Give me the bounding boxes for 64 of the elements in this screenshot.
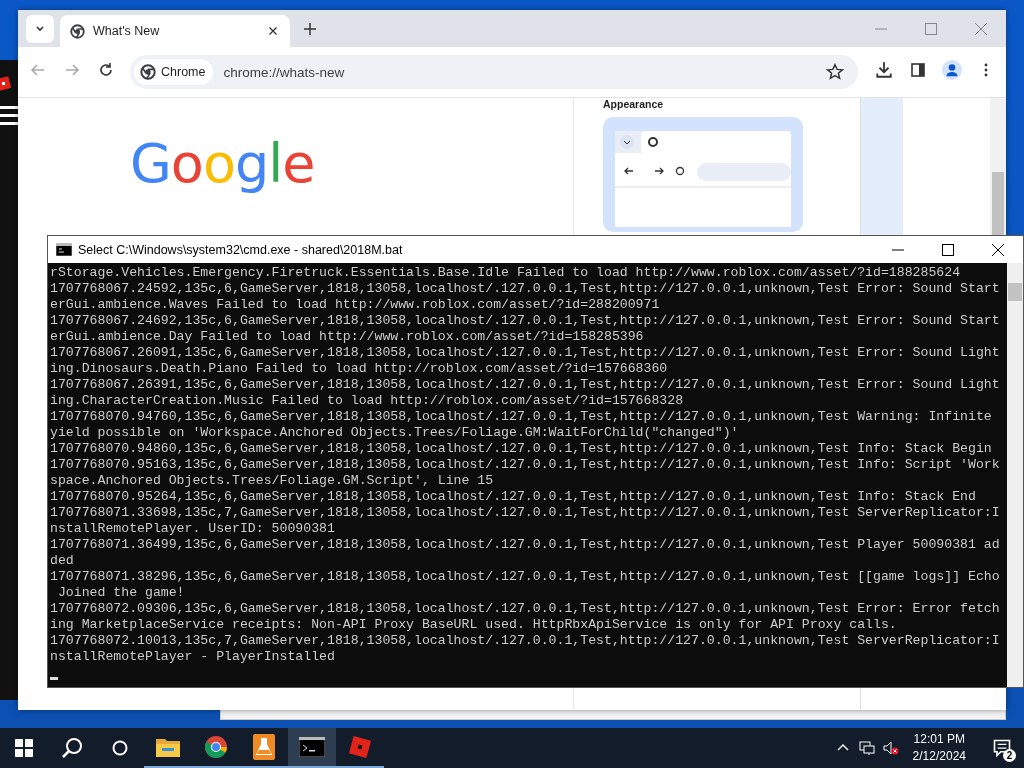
console-line: ded xyxy=(50,553,74,569)
console-line: 1707768072.10013,135c,7,GameServer,1818,13058,localhost/.127.0.0.1,Test,http://127.0.0.1,unknown,Test ServerReplicator:I xyxy=(50,633,1000,649)
console-line: yield possible on 'Workspace.Anchored Objects.Trees/Foliage.GM:WaitForChild("changed")' xyxy=(50,425,739,441)
scrollbar[interactable] xyxy=(990,98,1006,236)
network-icon[interactable] xyxy=(858,740,875,756)
close-icon[interactable] xyxy=(990,241,1006,258)
console-line: 1707768072.09306,135c,6,GameServer,1818,13058,localhost/.127.0.0.1,Test,http://127.0.0.1,unknown,Test Error: Error fetch xyxy=(50,601,1000,617)
taskbar-app-button[interactable] xyxy=(288,728,336,768)
address-bar[interactable]: Chrome chrome://whats-new xyxy=(130,55,858,89)
console-line: 1707768067.26091,135c,6,GameServer,1818,13058,localhost/.127.0.0.1,Test,http://127.0.0.1,unknown,Test Error: Sound Light xyxy=(50,345,1000,361)
search-icon xyxy=(61,737,83,759)
notifications-icon[interactable] xyxy=(992,738,1012,758)
console-line: Joined the game! xyxy=(56,585,185,601)
clock-time: 12:01 PM xyxy=(913,731,965,748)
profile-avatar-icon[interactable] xyxy=(942,60,962,80)
console-line: nstallRemotePlayer. UserID: 50090381 xyxy=(50,521,335,537)
new-tab-icon[interactable] xyxy=(302,21,318,37)
terminal-icon xyxy=(299,737,325,757)
site-chip[interactable]: Chrome xyxy=(134,59,214,85)
star-icon[interactable] xyxy=(826,63,844,81)
console-line: 1707768071.33698,135c,7,GameServer,1818,13058,localhost/.127.0.0.1,Test,http://127.0.0.1,unknown,Test ServerReplicator:I xyxy=(50,505,1000,521)
side-panel-icon[interactable] xyxy=(910,62,926,78)
flask-icon xyxy=(253,734,275,760)
google-logo: Google xyxy=(130,132,315,195)
appearance-heading: Appearance xyxy=(603,98,665,110)
console-line: 1707768070.94860,135c,6,GameServer,1818,13058,localhost/.127.0.0.1,Test,http://127.0.0.1,unknown,Test Info: Stack Begin xyxy=(50,441,992,457)
console-line: ing.Dinosaurs.Death.Piano Failed to load http://roblox.com/asset/?id=157668360 xyxy=(50,361,668,377)
muted-volume-icon[interactable] xyxy=(882,740,899,756)
reload-icon[interactable] xyxy=(98,62,114,78)
clock-date: 2/12/2024 xyxy=(912,748,966,765)
browser-tab[interactable]: What's New xyxy=(60,15,290,47)
chrome-icon xyxy=(204,735,228,759)
terminal-icon xyxy=(56,243,72,256)
console-line: 1707768071.38296,135c,6,GameServer,1818,13058,localhost/.127.0.0.1,Test,http://127.0.0.1,unknown,Test [[game logs]] Echo xyxy=(50,569,1000,585)
window-title: Select C:\Windows\system32\cmd.exe - shared\2018M.bat xyxy=(78,242,403,257)
console-line: 1707768067.24592,135c,6,GameServer,1818,13058,localhost/.127.0.0.1,Test,http://127.0.0.1,unknown,Test Error: Sound Start xyxy=(50,281,1000,297)
text-cursor xyxy=(50,677,58,680)
windows-logo-icon xyxy=(15,739,33,757)
chrome-logo-icon xyxy=(140,64,156,80)
console-line: 1707768070.95163,135c,6,GameServer,1818,13058,localhost/.127.0.0.1,Test,http://127.0.0.1,unknown,Test Info: Script 'Work xyxy=(50,457,1000,473)
maximize-icon[interactable] xyxy=(940,241,956,258)
url-text: chrome://whats-new xyxy=(223,64,346,80)
clock[interactable]: 12:01 PM 2/12/2024 xyxy=(906,731,972,765)
console-line: 1707768070.95264,135c,6,GameServer,1818,13058,localhost/.127.0.0.1,Test,http://127.0.0.1,unknown,Test Info: Stack End xyxy=(50,489,976,505)
caret-icon xyxy=(35,24,45,34)
chrome-logo-icon xyxy=(70,23,85,39)
notification-count: 2 xyxy=(1003,749,1016,762)
console-line: ing MarketplaceService receipts: Non-API Proxy BaseURL used. HttpRbxApiService is only for API Proxy calls. xyxy=(50,617,897,633)
console-line: ing.CharacterCreation.Music Failed to load http://roblox.com/asset/?id=157668328 xyxy=(50,393,684,409)
console-line: erGui.ambience.Day Failed to load http://www.roblox.com/asset/?id=158285396 xyxy=(50,329,644,345)
console-line: space.Anchored Objects.Trees/Foliage.GM.Script', Line 15 xyxy=(50,473,494,489)
folder-icon xyxy=(156,737,180,757)
tab-title: What's New xyxy=(93,24,161,38)
console-line: 1707768070.94760,135c,6,GameServer,1818,13058,localhost/.127.0.0.1,Test,http://127.0.0.1,unknown,Test Warning: Infinite xyxy=(50,409,992,425)
scrollbar[interactable] xyxy=(1007,263,1023,687)
console-line: rStorage.Vehicles.Emergency.Firetruck.Essentials.Base.Idle Failed to load http://www.roblox.com/asset/?id=188285624 xyxy=(50,265,961,281)
roblox-icon xyxy=(0,76,12,92)
console-line: 1707768067.26391,135c,6,GameServer,1818,13058,localhost/.127.0.0.1,Test,http://127.0.0.1,unknown,Test Error: Sound Light xyxy=(50,377,1000,393)
download-icon[interactable] xyxy=(875,61,893,79)
console-line: nstallRemotePlayer - PlayerInstalled xyxy=(50,649,335,665)
console-line: 1707768071.36499,135c,6,GameServer,1818,13058,localhost/.127.0.0.1,Test,http://127.0.0.1,unknown,Test Player 50090381 ad xyxy=(50,537,1000,553)
console-line: 1707768067.24692,135c,6,GameServer,1818,13058,localhost/.127.0.0.1,Test,http://127.0.0.1,unknown,Test Error: Sound Start xyxy=(50,313,1000,329)
circle-icon xyxy=(112,740,128,756)
console-line: erGui.ambience.Waves Failed to load http://www.roblox.com/asset/?id=288200971 xyxy=(50,297,660,313)
